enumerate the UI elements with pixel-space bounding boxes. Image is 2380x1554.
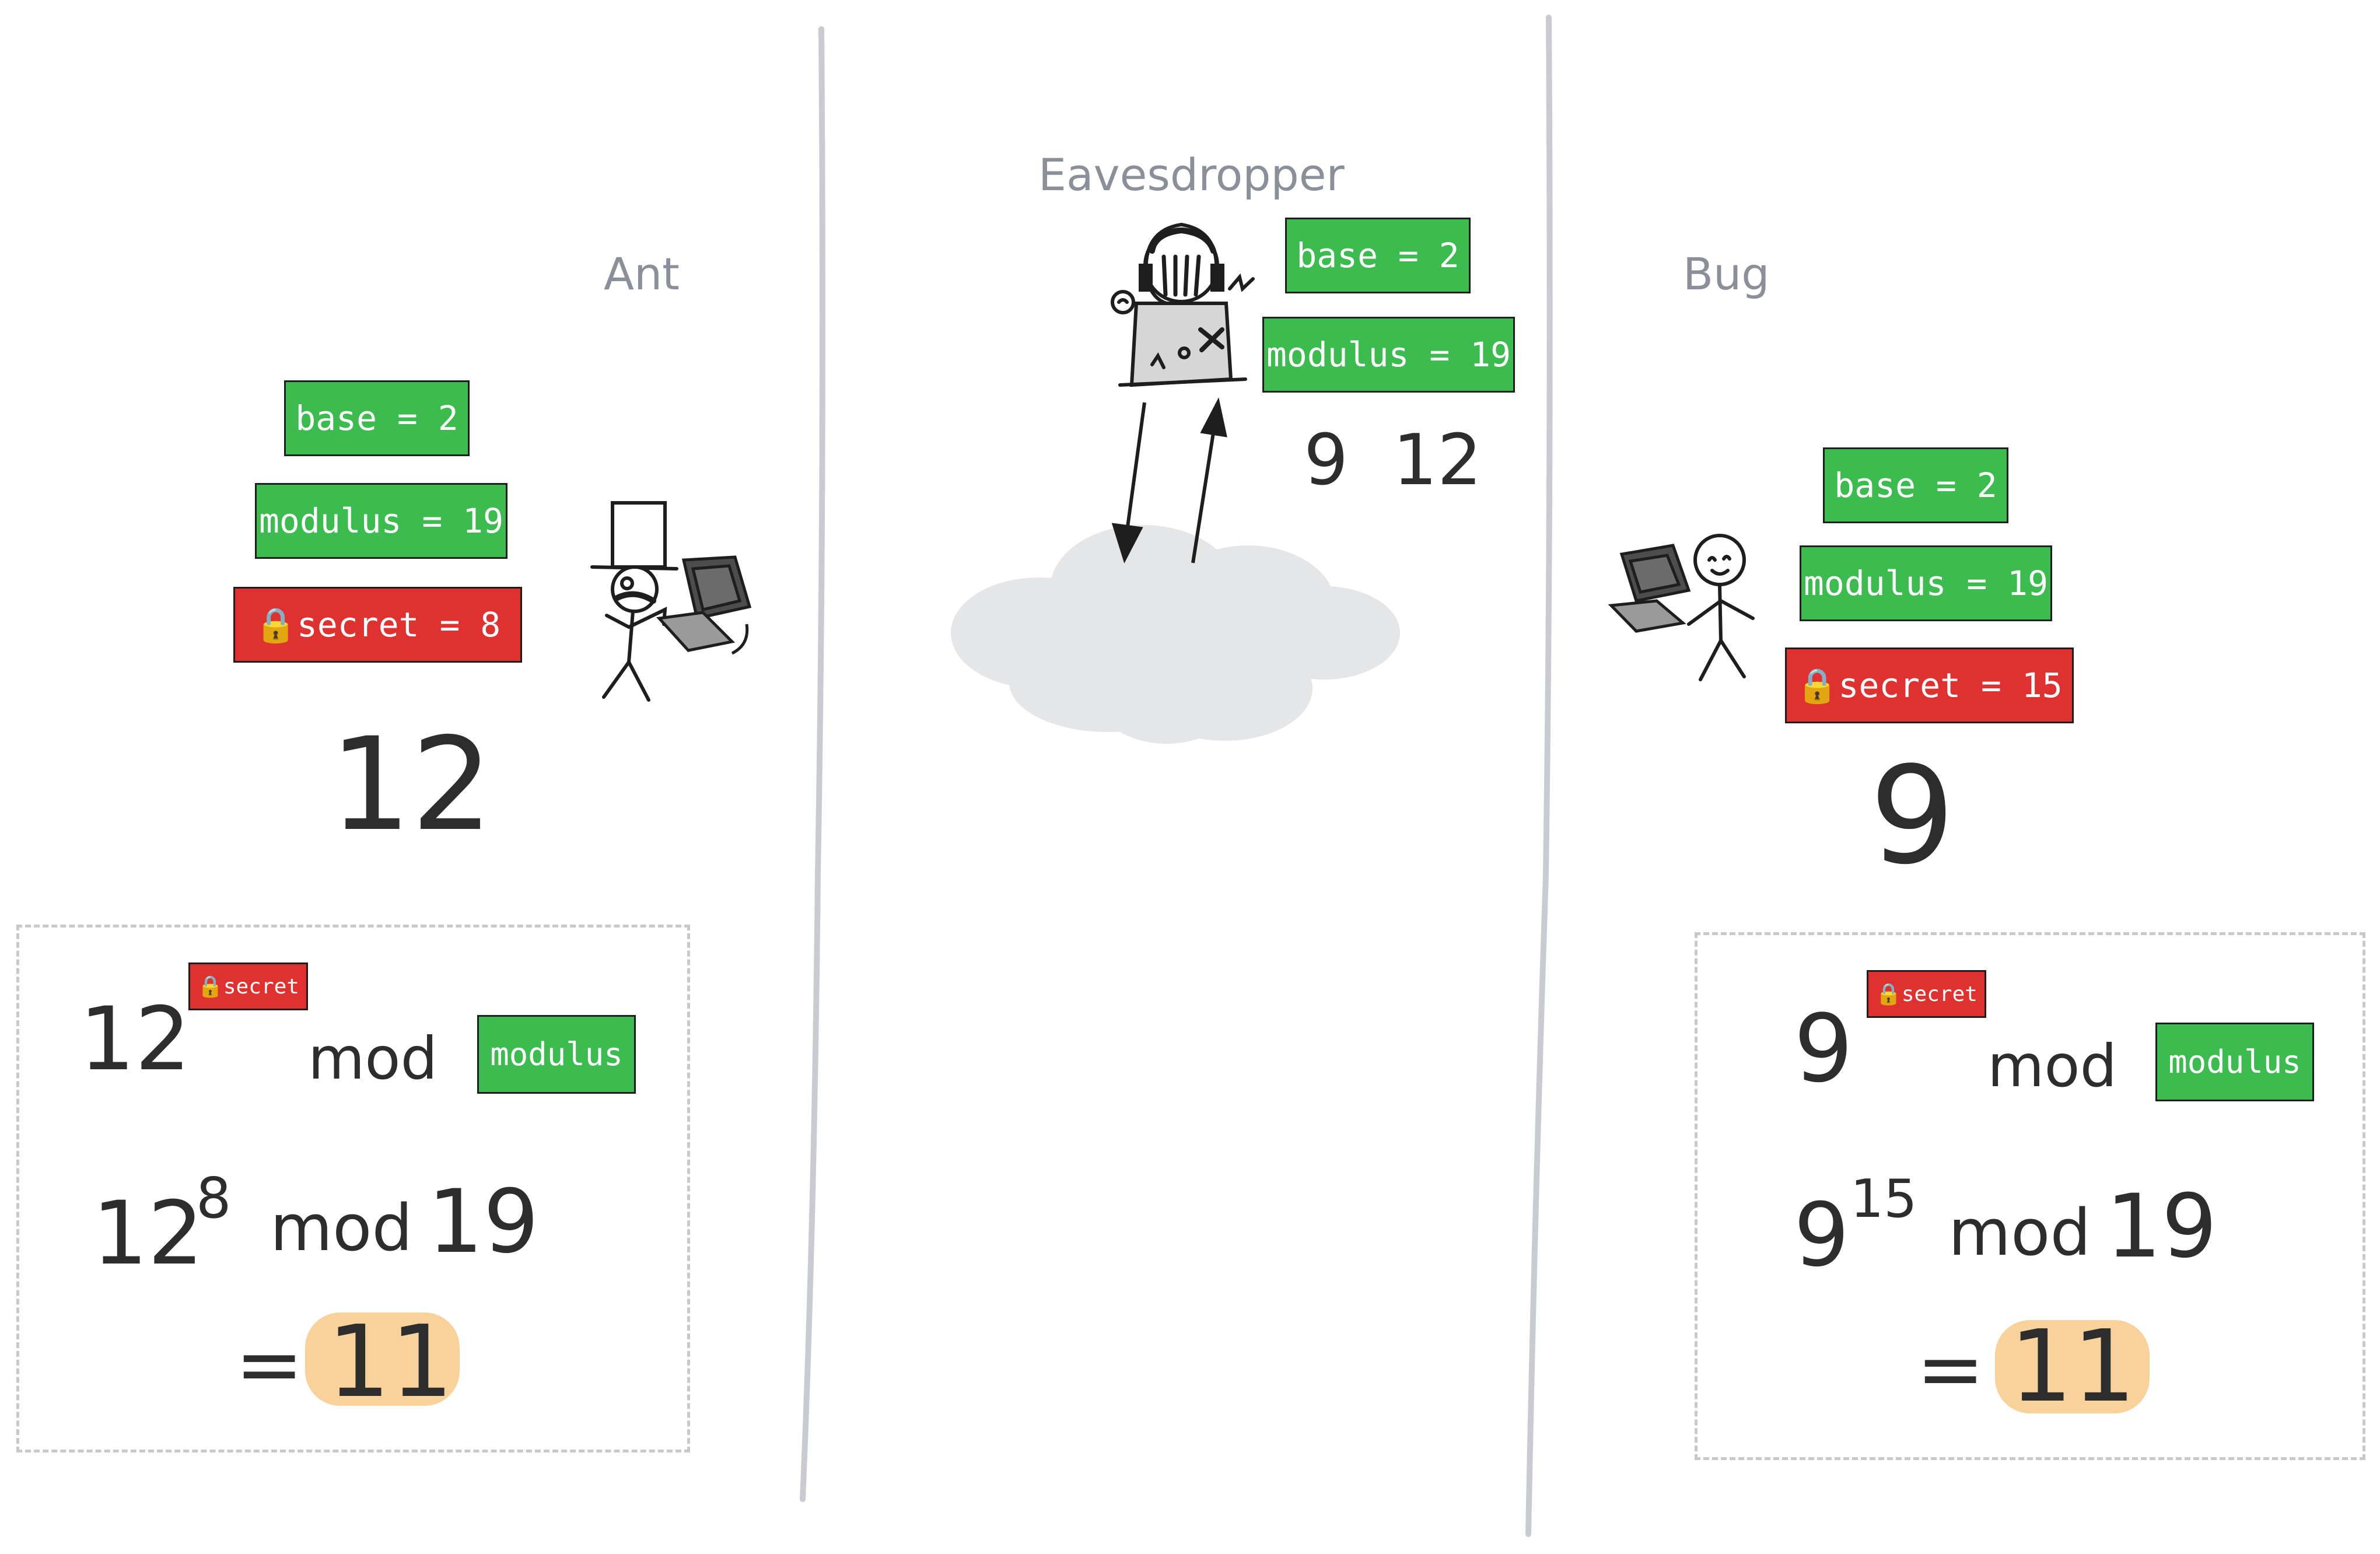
bug-formula-line2-exponent: 15 [1850, 1168, 1917, 1230]
stick-figure-icon [1687, 534, 1755, 681]
top-hat-stick-figure-icon [590, 501, 678, 702]
ant-formula-result: 11 [327, 1304, 454, 1420]
bug-formula-result: 11 [2010, 1309, 2136, 1424]
bug-modulus-tag: modulus = 19 [1800, 545, 2052, 621]
eavesdropper-base-tag: base = 2 [1285, 218, 1471, 293]
ant-formula-line2-mod: mod [270, 1191, 413, 1265]
ant-formula-line2-modulus: 19 [428, 1171, 539, 1273]
computer-icon-bug [1608, 544, 1691, 633]
ant-formula-box: 12 🔒secret mod modulus 12 8 mod 19 = 11 [16, 925, 690, 1452]
bug-formula-line2-base: 9 [1794, 1185, 1850, 1286]
eavesdropper-intercepted-values: 9 12 [1304, 420, 1482, 501]
ant-formula-mod: mod [308, 1024, 438, 1093]
eavesdropper-label: Eavesdropper [1038, 149, 1345, 201]
divider-right [1525, 15, 1553, 1537]
ant-secret-tag: 🔒secret = 8 [233, 587, 522, 663]
bug-public-value: 9 [1870, 738, 1955, 894]
ant-formula-base: 12 [79, 989, 191, 1090]
ant-public-value: 12 [330, 710, 493, 859]
bug-base-tag: base = 2 [1823, 447, 2008, 523]
bug-formula-line2-modulus: 19 [2106, 1176, 2217, 1278]
bug-formula-modulus-tag: modulus [2155, 1023, 2314, 1101]
bug-formula-box: 9 🔒secret mod modulus 9 15 mod 19 = 11 [1695, 932, 2365, 1460]
computer-icon [656, 555, 752, 655]
headset-hacker-icon [1111, 222, 1255, 387]
ant-formula-equals: = [235, 1317, 304, 1412]
bug-secret-tag: 🔒secret = 15 [1785, 648, 2074, 723]
ant-base-tag: base = 2 [284, 380, 470, 456]
ant-formula-line2-exponent: 8 [196, 1167, 232, 1231]
bug-formula-line2-mod: mod [1948, 1195, 2091, 1270]
ant-formula-secret-tag: 🔒secret [188, 963, 308, 1010]
bug-formula-mod: mod [1987, 1032, 2118, 1100]
ant-formula-line2-base: 12 [92, 1183, 204, 1284]
bug-formula-base: 9 [1794, 994, 1853, 1103]
divider-left [800, 26, 825, 1502]
cloud-icon [951, 525, 1400, 744]
ant-modulus-tag: modulus = 19 [255, 483, 508, 559]
ant-label: Ant [604, 248, 680, 300]
bug-label: Bug [1683, 248, 1770, 300]
ant-formula-modulus-tag: modulus [477, 1015, 636, 1094]
bug-formula-equals: = [1916, 1322, 1985, 1417]
eavesdropper-modulus-tag: modulus = 19 [1262, 317, 1515, 393]
bug-formula-secret-tag: 🔒secret [1867, 970, 1986, 1018]
